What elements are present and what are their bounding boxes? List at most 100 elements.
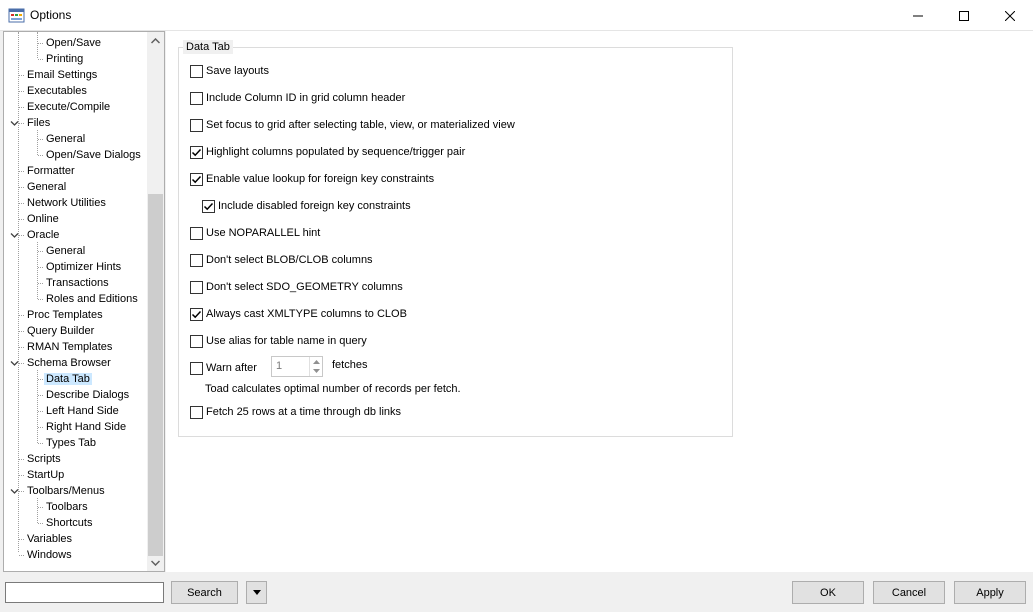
option-row[interactable]: Highlight columns populated by sequence/…	[190, 144, 465, 160]
tree-item[interactable]: StartUp	[25, 467, 66, 483]
tree-item[interactable]: Proc Templates	[25, 307, 105, 323]
tree-item[interactable]: Data Tab	[44, 371, 92, 387]
checkbox[interactable]	[190, 280, 203, 294]
tree-item-label: Open/Save	[46, 37, 102, 49]
fetch-hint-text: Toad calculates optimal number of record…	[205, 383, 461, 395]
tree-item[interactable]: General	[25, 179, 68, 195]
option-row[interactable]: Warn after	[190, 360, 257, 376]
tree-item[interactable]: Files	[25, 115, 52, 131]
checkbox[interactable]	[190, 91, 203, 105]
checkbox[interactable]	[190, 253, 203, 267]
option-label[interactable]: Enable value lookup for foreign key cons…	[206, 173, 434, 185]
checkbox[interactable]	[190, 226, 203, 240]
option-row[interactable]: Set focus to grid after selecting table,…	[190, 117, 515, 133]
tree-item[interactable]: Transactions	[44, 275, 111, 291]
tree-item[interactable]: Open/Save	[44, 35, 103, 51]
tree-item[interactable]: Schema Browser	[25, 355, 113, 371]
tree-item[interactable]: Windows	[25, 547, 74, 563]
tree-item[interactable]: Optimizer Hints	[44, 259, 123, 275]
warn-after-stepper[interactable]: 1	[271, 356, 323, 377]
tree-item[interactable]: Formatter	[25, 163, 77, 179]
tree-item[interactable]: Online	[25, 211, 61, 227]
stepper-down-icon[interactable]	[310, 366, 322, 375]
option-label[interactable]: Include disabled foreign key constraints	[218, 200, 411, 212]
tree-item[interactable]: Execute/Compile	[25, 99, 112, 115]
expand-chevron-icon[interactable]	[10, 119, 19, 128]
tree-line	[19, 219, 24, 220]
option-label[interactable]: Fetch 25 rows at a time through db links	[206, 406, 401, 418]
option-row[interactable]: Save layouts	[190, 63, 269, 79]
option-label[interactable]: Include Column ID in grid column header	[206, 92, 405, 104]
tree-item[interactable]: Network Utilities	[25, 195, 108, 211]
option-label[interactable]: Save layouts	[206, 65, 269, 77]
scroll-up-arrow-icon[interactable]	[147, 32, 164, 49]
tree-item[interactable]: Types Tab	[44, 435, 98, 451]
checkbox-checked[interactable]	[190, 145, 203, 159]
scroll-thumb[interactable]	[148, 194, 163, 556]
tree-item[interactable]: General	[44, 243, 87, 259]
tree-line	[19, 363, 24, 364]
stepper-up-icon[interactable]	[310, 357, 322, 366]
checkbox[interactable]	[190, 64, 203, 78]
tree-item[interactable]: Describe Dialogs	[44, 387, 131, 403]
warn-after-value[interactable]: 1	[276, 360, 282, 372]
expand-chevron-icon[interactable]	[10, 359, 19, 368]
tree-item[interactable]: Toolbars/Menus	[25, 483, 107, 499]
tree-scrollbar[interactable]	[147, 32, 164, 571]
option-label[interactable]: Use alias for table name in query	[206, 335, 367, 347]
option-label[interactable]: Always cast XMLTYPE columns to CLOB	[206, 308, 407, 320]
option-row[interactable]: Don't select BLOB/CLOB columns	[190, 252, 373, 268]
tree-item[interactable]: RMAN Templates	[25, 339, 114, 355]
option-row[interactable]: Don't select SDO_GEOMETRY columns	[190, 279, 403, 295]
option-label[interactable]: Don't select BLOB/CLOB columns	[206, 254, 373, 266]
option-row[interactable]: Always cast XMLTYPE columns to CLOB	[190, 306, 407, 322]
tree-item[interactable]: Roles and Editions	[44, 291, 140, 307]
cancel-button[interactable]: Cancel	[873, 581, 945, 604]
checkbox-checked[interactable]	[190, 307, 203, 321]
tree-item[interactable]: Shortcuts	[44, 515, 94, 531]
tree-item[interactable]: Scripts	[25, 451, 63, 467]
option-row[interactable]: Use alias for table name in query	[190, 333, 367, 349]
option-label[interactable]: Highlight columns populated by sequence/…	[206, 146, 465, 158]
option-row[interactable]: Enable value lookup for foreign key cons…	[190, 171, 434, 187]
tree-item-label: Windows	[27, 549, 72, 561]
tree-item[interactable]: Query Builder	[25, 323, 96, 339]
search-input[interactable]	[5, 582, 164, 603]
checkbox[interactable]	[190, 361, 203, 375]
checkbox[interactable]	[190, 405, 203, 419]
tree-item[interactable]: General	[44, 131, 87, 147]
option-row[interactable]: Use NOPARALLEL hint	[190, 225, 320, 241]
checkbox[interactable]	[190, 118, 203, 132]
close-button[interactable]	[987, 0, 1033, 31]
minimize-button[interactable]	[895, 0, 941, 31]
tree-item[interactable]: Open/Save Dialogs	[44, 147, 143, 163]
fetches-label: fetches	[332, 359, 368, 371]
option-label[interactable]: Warn after	[206, 362, 257, 374]
apply-button[interactable]: Apply	[954, 581, 1026, 604]
option-label[interactable]: Set focus to grid after selecting table,…	[206, 119, 515, 131]
tree-item[interactable]: Printing	[44, 51, 85, 67]
tree-item[interactable]: Right Hand Side	[44, 419, 128, 435]
tree-item[interactable]: Email Settings	[25, 67, 99, 83]
search-options-dropdown[interactable]	[246, 581, 267, 604]
expand-chevron-icon[interactable]	[10, 487, 19, 496]
option-label[interactable]: Use NOPARALLEL hint	[206, 227, 320, 239]
tree-item[interactable]: Toolbars	[44, 499, 90, 515]
expand-chevron-icon[interactable]	[10, 231, 19, 240]
tree-item[interactable]: Executables	[25, 83, 89, 99]
option-row[interactable]: Fetch 25 rows at a time through db links	[190, 404, 401, 420]
option-label[interactable]: Don't select SDO_GEOMETRY columns	[206, 281, 403, 293]
checkbox-checked[interactable]	[190, 172, 203, 186]
checkbox[interactable]	[190, 334, 203, 348]
option-row[interactable]: Include disabled foreign key constraints	[202, 198, 411, 214]
checkbox-checked[interactable]	[202, 199, 215, 213]
tree-item[interactable]: Left Hand Side	[44, 403, 121, 419]
tree-item[interactable]: Oracle	[25, 227, 61, 243]
scroll-down-arrow-icon[interactable]	[147, 554, 164, 571]
tree-item[interactable]: Variables	[25, 531, 74, 547]
option-row[interactable]: Include Column ID in grid column header	[190, 90, 405, 106]
maximize-button[interactable]	[941, 0, 987, 31]
ok-button[interactable]: OK	[792, 581, 864, 604]
options-tree[interactable]: Open/Save Printing Email Settings Executabl…	[3, 31, 165, 572]
search-button[interactable]: Search	[171, 581, 238, 604]
